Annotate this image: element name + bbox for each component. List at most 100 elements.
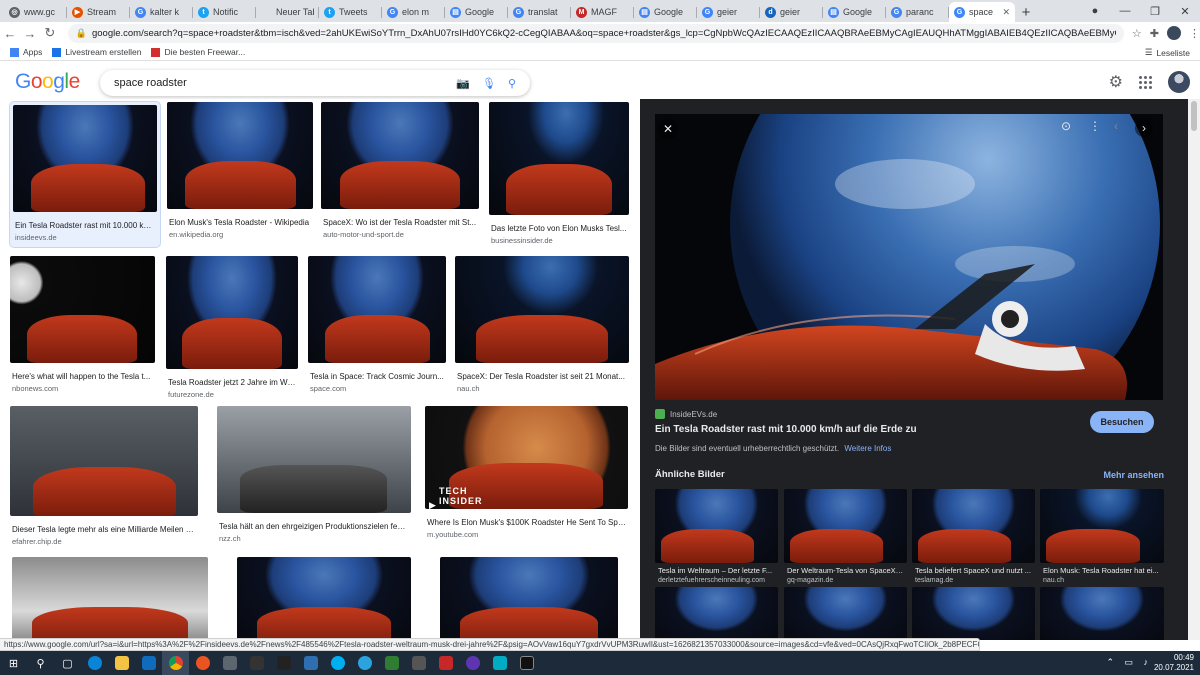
tab-item[interactable]: Gparanc [886, 2, 949, 22]
close-icon[interactable]: ✕ [1170, 5, 1200, 18]
terminal-icon[interactable] [513, 651, 540, 675]
result-title[interactable]: Tesla hält an den ehrgeizigen Produktion… [219, 522, 409, 531]
image-result-card[interactable]: Elon Musk's Tesla Roadster - Wikipedia en… [167, 102, 313, 247]
profile-avatar[interactable] [1166, 26, 1181, 40]
similar-image-card[interactable] [912, 587, 1035, 640]
result-thumbnail[interactable] [166, 256, 298, 369]
tab-item[interactable]: Gelon m [382, 2, 445, 22]
image-result-card[interactable] [237, 557, 411, 640]
similar-image-card[interactable]: Elon Musk: Tesla Roadster hat ei... nau.c… [1040, 489, 1164, 584]
similar-image-card[interactable]: Tesla beliefert SpaceX und nutzt ... tesl… [912, 489, 1035, 584]
tab-item[interactable]: ▤ Google [445, 2, 508, 22]
image-result-card[interactable]: Tesla in Space: Track Cosmic Journ... spa… [308, 256, 446, 401]
account-avatar[interactable] [1168, 71, 1190, 93]
result-thumbnail[interactable] [12, 557, 208, 640]
address-bar[interactable]: 🔒 google.com/search?q=space+roadster&tbm… [67, 23, 1124, 43]
taskbar-search-icon[interactable]: ⚲ [27, 651, 54, 675]
tab-item[interactable]: ◎ www.gc [4, 2, 67, 22]
reading-list[interactable]: ☰ Leseliste [1145, 47, 1190, 58]
app-tools-icon[interactable] [405, 651, 432, 675]
see-more-link[interactable]: Mehr ansehen [1103, 470, 1164, 480]
similar-thumbnail[interactable] [1040, 489, 1164, 563]
tab-item[interactable]: ▤ Google [823, 2, 886, 22]
next-image-icon[interactable]: › [1135, 119, 1153, 137]
apps-icon[interactable] [1139, 75, 1152, 89]
preview-title[interactable]: Ein Tesla Roadster rast mit 10.000 km/h … [655, 424, 917, 435]
file-explorer-icon[interactable] [108, 651, 135, 675]
app-dark-icon[interactable] [243, 651, 270, 675]
camera-icon[interactable]: 📷 [456, 77, 470, 90]
tab-item[interactable]: ▤ Google [634, 2, 697, 22]
image-result-card[interactable]: Tesla Roadster jetzt 2 Jahre im Wel... fu… [166, 256, 298, 401]
result-thumbnail[interactable] [10, 256, 155, 363]
tab-item[interactable]: d geier [760, 2, 823, 22]
app-purple-icon[interactable] [459, 651, 486, 675]
edge-icon[interactable] [81, 651, 108, 675]
more-info-link[interactable]: Weitere Infos [844, 444, 891, 453]
similar-thumbnail[interactable] [1040, 587, 1164, 640]
result-thumbnail[interactable] [455, 256, 629, 363]
result-thumbnail[interactable] [13, 105, 157, 212]
result-title[interactable]: Tesla Roadster jetzt 2 Jahre im Wel... [168, 378, 296, 387]
similar-thumbnail[interactable] [655, 489, 778, 563]
result-thumbnail[interactable] [489, 102, 629, 215]
app-orange-icon[interactable] [189, 651, 216, 675]
image-result-card[interactable] [440, 557, 618, 640]
result-title[interactable]: SpaceX: Wo ist der Tesla Roadster mit St… [323, 218, 477, 227]
image-result-card[interactable]: SpaceX: Wo ist der Tesla Roadster mit St… [321, 102, 479, 247]
preview-image[interactable] [655, 114, 1163, 400]
result-thumbnail[interactable] [167, 102, 313, 209]
page-scrollbar[interactable] [1188, 99, 1200, 640]
task-view-icon[interactable]: ▢ [54, 651, 81, 675]
similar-image-card[interactable]: Der Weltraum-Tesla von SpaceX ... gq-maga… [784, 489, 907, 584]
tab-item[interactable]: Ggeier [697, 2, 760, 22]
result-title[interactable]: SpaceX: Der Tesla Roadster ist seit 21 M… [457, 372, 627, 381]
extensions-icon[interactable]: ✚ [1150, 27, 1159, 40]
similar-image-card[interactable] [1040, 587, 1164, 640]
result-title[interactable]: Tesla in Space: Track Cosmic Journ... [310, 372, 444, 381]
tab-item[interactable]: Gspace ✕ [949, 2, 1015, 22]
app-generic-icon[interactable] [216, 651, 243, 675]
tab-item[interactable]: Gkalter k [130, 2, 193, 22]
star-icon[interactable]: ☆ [1132, 27, 1142, 40]
similar-title[interactable]: Tesla beliefert SpaceX und nutzt ... [915, 566, 1032, 575]
telegram-icon[interactable] [351, 651, 378, 675]
profile-menu-icon[interactable]: ● [1080, 5, 1110, 17]
back-icon[interactable]: ← [0, 26, 20, 41]
tab-item[interactable]: t Tweets [319, 2, 382, 22]
image-result-card[interactable]: Here's what will happen to the Tesla t..… [10, 256, 155, 401]
similar-thumbnail[interactable] [784, 489, 907, 563]
similar-thumbnail[interactable] [784, 587, 907, 640]
preview-source[interactable]: InsideEVs.de [655, 409, 717, 419]
app-red-icon[interactable] [432, 651, 459, 675]
close-panel-icon[interactable]: ✕ [658, 119, 678, 139]
lens-icon[interactable]: ⊙ [1061, 119, 1071, 133]
skype-icon[interactable] [324, 651, 351, 675]
result-thumbnail[interactable] [308, 256, 446, 363]
similar-title[interactable]: Elon Musk: Tesla Roadster hat ei... [1043, 566, 1161, 575]
app-cyan-icon[interactable] [486, 651, 513, 675]
similar-image-card[interactable] [655, 587, 778, 640]
gear-icon[interactable]: ⚙ [1109, 72, 1123, 92]
result-title[interactable]: Ein Tesla Roadster rast mit 10.000 km/..… [15, 221, 155, 230]
similar-image-card[interactable]: Tesla im Weltraum – Der letzte F... derle… [655, 489, 778, 584]
similar-thumbnail[interactable] [912, 489, 1035, 563]
search-input[interactable] [114, 77, 445, 89]
maximize-icon[interactable]: ❐ [1140, 5, 1170, 18]
image-result-card[interactable]: Dieser Tesla legte mehr als eine Milliar… [10, 406, 198, 551]
bookmark-item[interactable]: Die besten Freewar... [151, 47, 245, 57]
image-result-card[interactable]: Ein Tesla Roadster rast mit 10.000 km/..… [10, 102, 160, 247]
image-result-card[interactable]: TECH INSIDER ▶ Where Is Elon Musk's $100K … [425, 406, 628, 551]
app-blue-icon[interactable] [297, 651, 324, 675]
similar-thumbnail[interactable] [912, 587, 1035, 640]
forward-icon[interactable]: → [20, 26, 40, 41]
similar-image-card[interactable] [784, 587, 907, 640]
app-wave-icon[interactable] [270, 651, 297, 675]
tab-item[interactable]: ▶ Stream [67, 2, 130, 22]
result-thumbnail[interactable] [440, 557, 618, 640]
search-icon[interactable]: ⚲ [508, 77, 516, 90]
bookmark-item[interactable]: Livestream erstellen [52, 47, 141, 57]
tab-close-icon[interactable]: ✕ [1002, 7, 1010, 18]
result-thumbnail[interactable] [321, 102, 479, 209]
result-thumbnail[interactable]: TECH INSIDER ▶ [425, 406, 628, 509]
